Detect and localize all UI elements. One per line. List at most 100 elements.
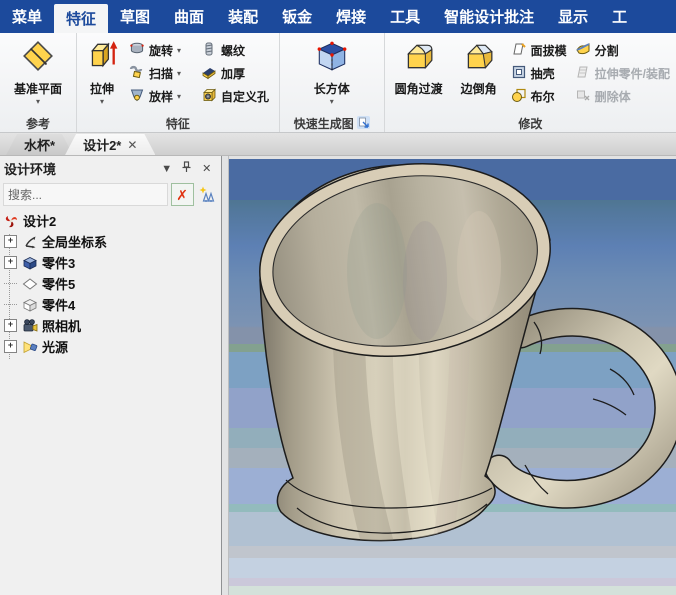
revolve-button[interactable]: 旋转 ▾ [125, 39, 197, 62]
chamfer-button[interactable]: 边倒角 [451, 35, 507, 115]
dropdown-caret-icon: ▾ [177, 46, 182, 55]
panel-close-icon[interactable]: ✕ [197, 162, 217, 175]
panel-scrollbar[interactable] [221, 156, 229, 595]
extrude-icon [85, 39, 119, 78]
part-box-icon [21, 297, 38, 313]
clear-search-button[interactable]: ✗ [170, 183, 194, 206]
panel-pin-icon[interactable] [177, 161, 197, 176]
menu-bar: 菜单 特征 草图 曲面 装配 钣金 焊接 工具 智能设计批注 显示 工 [0, 0, 676, 33]
tree-stub-line [4, 283, 17, 284]
menu-item-qumian[interactable]: 曲面 [162, 0, 216, 33]
part-solid-icon [21, 255, 38, 271]
search-input[interactable]: 搜索... [3, 183, 168, 206]
feature-small-column-1: 旋转 ▾ 扫描 ▾ 放样 ▾ [125, 35, 197, 115]
tree-item-part5[interactable]: 零件5 [0, 273, 221, 294]
feature-small-column-2: 螺纹 加厚 自定义孔 [197, 35, 277, 115]
dropdown-caret-icon: ▾ [177, 69, 182, 78]
panel-title: 设计环境 [4, 162, 57, 177]
dropdown-caret-icon: ▾ [35, 97, 40, 106]
split-button[interactable]: 分割 [571, 39, 674, 62]
tree-item-camera[interactable]: + 照相机 [0, 315, 221, 336]
dialog-launcher-icon[interactable] [356, 115, 370, 132]
menu-item-zhineng[interactable]: 智能设计批注 [432, 0, 546, 33]
ribbon-group-label-quickshape: 快速生成图 [280, 115, 384, 132]
document-tab-bar: 水杯* 设计2* ✕ [0, 133, 676, 156]
box-primitive-icon [314, 39, 350, 78]
thicken-button[interactable]: 加厚 [197, 62, 277, 85]
menu-item-banjin[interactable]: 钣金 [270, 0, 324, 33]
stretch-part-button[interactable]: 拉伸零件/装配 [571, 62, 674, 85]
tree-stub-line [4, 304, 17, 305]
part-sketch-icon [21, 276, 38, 292]
face-draft-button[interactable]: 面拔模 [507, 39, 571, 62]
ribbon-group-feature: 拉伸 ▾ 旋转 ▾ 扫描 ▾ 放样 ▾ 螺纹 加厚 自定义孔 特征 [77, 33, 280, 132]
thread-button[interactable]: 螺纹 [197, 39, 277, 62]
delete-body-icon [575, 87, 591, 106]
split-icon [575, 41, 591, 60]
boolean-button[interactable]: 布尔 [507, 85, 571, 108]
cad-application-window: 菜单 特征 草图 曲面 装配 钣金 焊接 工具 智能设计批注 显示 工 基准平面… [0, 0, 676, 595]
delete-body-button[interactable]: 删除体 [571, 85, 674, 108]
modify-small-column-1: 面拔模 抽壳 布尔 [507, 35, 571, 115]
tree-expander-icon[interactable]: + [4, 319, 17, 332]
tree-expander-icon[interactable]: + [4, 340, 17, 353]
boolean-icon [511, 87, 527, 106]
camera-icon [21, 318, 38, 334]
ribbon-group-label-reference: 参考 [25, 117, 50, 131]
search-filter-icon[interactable] [197, 184, 218, 205]
face-draft-icon [511, 41, 527, 60]
dropdown-caret-icon: ▾ [177, 92, 182, 101]
ribbon-group-modify: 圆角过渡 边倒角 面拔模 抽壳 布尔 分割 拉伸零件/装配 删除体 修改 [385, 33, 676, 132]
tree-expander-icon[interactable]: + [4, 256, 17, 269]
fillet-button[interactable]: 圆角过渡 [387, 35, 451, 115]
mug-handle [484, 307, 676, 509]
tree-item-part3[interactable]: + 零件3 [0, 252, 221, 273]
menu-item-tezheng-active[interactable]: 特征 [54, 4, 109, 33]
datum-plane-button[interactable]: 基准平面 ▾ [2, 35, 74, 115]
coordinate-system-icon [21, 234, 38, 250]
dropdown-caret-icon: ▾ [329, 97, 334, 106]
light-source-icon [21, 339, 38, 355]
document-tab-shuibei[interactable]: 水杯* [6, 134, 73, 155]
feature-tree: 设计2 + 全局坐标系 + 零件3 零件5 零件4 + 照相机 + 光源 [0, 208, 221, 595]
search-row: 搜索... ✗ [0, 181, 221, 208]
box-primitive-button[interactable]: 长方体 ▾ [297, 35, 367, 115]
datum-plane-icon [21, 39, 55, 78]
ribbon-group-reference: 基准平面 ▾ 参考 [0, 33, 77, 132]
tree-root-design2[interactable]: 设计2 [0, 210, 221, 231]
design-environment-panel: 设计环境 ▼ ✕ 搜索... ✗ 设计2 + 全局坐标系 + 零件3 零件5 零… [0, 156, 222, 595]
panel-dropdown-icon[interactable]: ▼ [157, 163, 177, 175]
stretch-part-icon [575, 64, 591, 83]
dropdown-caret-icon: ▾ [99, 97, 104, 106]
tree-item-light-source[interactable]: + 光源 [0, 336, 221, 357]
loft-button[interactable]: 放样 ▾ [125, 85, 197, 108]
chamfer-icon [462, 39, 496, 78]
menu-item-xianshi[interactable]: 显示 [546, 0, 600, 33]
tree-item-part4[interactable]: 零件4 [0, 294, 221, 315]
design-root-icon [2, 213, 19, 229]
fillet-icon [402, 39, 436, 78]
ribbon-group-quickshape: 长方体 ▾ 快速生成图 [280, 33, 385, 132]
custom-hole-button[interactable]: 自定义孔 [197, 85, 277, 108]
extrude-button[interactable]: 拉伸 ▾ [79, 35, 125, 115]
sweep-button[interactable]: 扫描 ▾ [125, 62, 197, 85]
loft-icon [129, 87, 145, 106]
revolve-icon [129, 41, 145, 60]
custom-hole-icon [201, 87, 217, 106]
thicken-icon [201, 64, 217, 83]
menu-item-zhuangpei[interactable]: 装配 [216, 0, 270, 33]
shell-icon [511, 64, 527, 83]
tree-expander-icon[interactable]: + [4, 235, 17, 248]
ribbon-group-label-modify: 修改 [518, 117, 543, 131]
thread-icon [201, 41, 217, 60]
menu-item-caidan[interactable]: 菜单 [0, 0, 54, 33]
shell-button[interactable]: 抽壳 [507, 62, 571, 85]
menu-item-gongju[interactable]: 工具 [378, 0, 432, 33]
menu-item-gong-clipped[interactable]: 工 [600, 0, 639, 33]
menu-item-caotu[interactable]: 草图 [108, 0, 162, 33]
tab-close-icon[interactable]: ✕ [127, 138, 137, 152]
document-tab-sheji2[interactable]: 设计2* ✕ [65, 134, 155, 155]
tree-item-global-coordinate-system[interactable]: + 全局坐标系 [0, 231, 221, 252]
3d-viewport[interactable] [228, 156, 676, 595]
menu-item-hanjie[interactable]: 焊接 [324, 0, 378, 33]
